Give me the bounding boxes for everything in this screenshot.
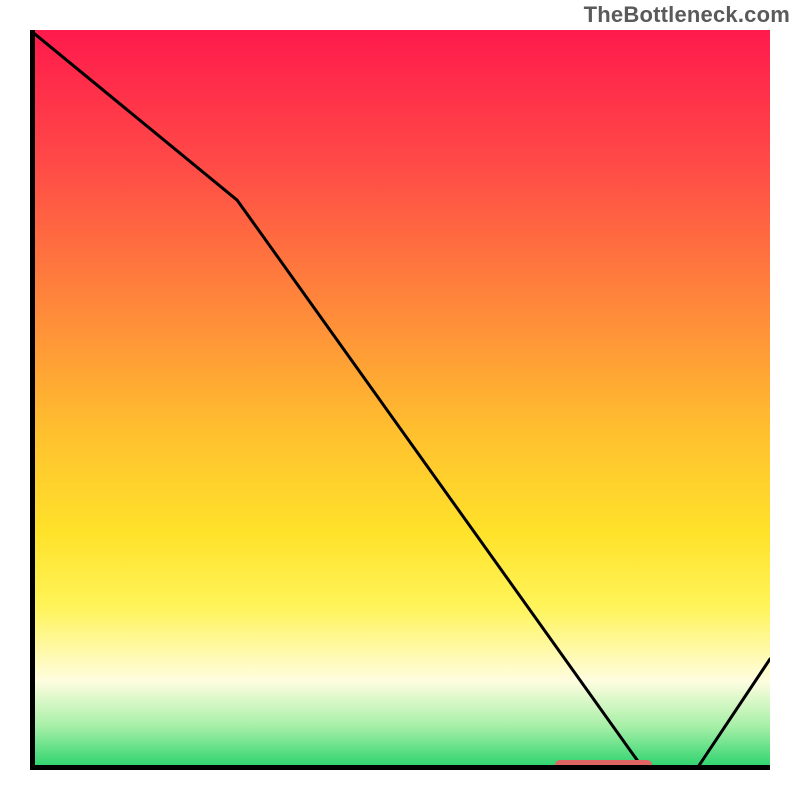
chart-plot-area [30, 30, 770, 770]
highlight-marker [555, 760, 651, 770]
chart-background-gradient [30, 30, 770, 770]
watermark-text: TheBottleneck.com [584, 2, 790, 28]
